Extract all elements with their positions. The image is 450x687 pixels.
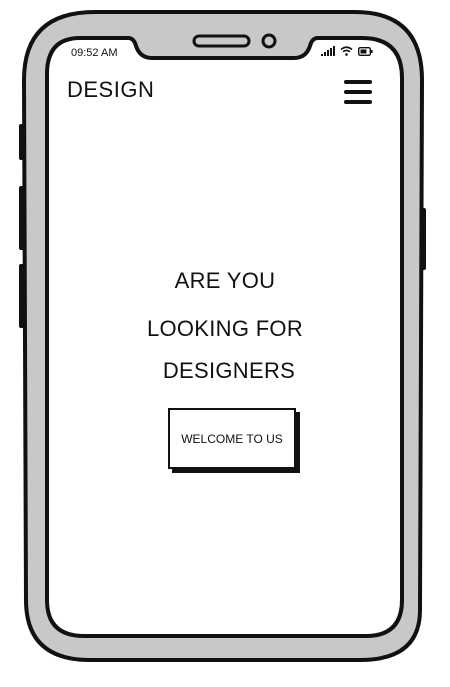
screen-content: 09:52 AM DESIGN ARE YOU LOOKING FOR DESI… [47, 40, 403, 635]
menu-bar [344, 80, 372, 84]
menu-bar [344, 100, 372, 104]
brand-title: DESIGN [67, 77, 155, 102]
hamburger-menu-icon[interactable] [344, 80, 372, 104]
status-time: 09:52 AM [71, 47, 118, 59]
status-icons [321, 46, 373, 56]
wifi-icon [340, 46, 353, 56]
signal-icon [321, 46, 335, 56]
battery-icon [358, 46, 373, 56]
phone-mockup: 09:52 AM DESIGN ARE YOU LOOKING FOR DESI… [0, 0, 450, 687]
welcome-button[interactable]: WELCOME TO US [168, 408, 296, 469]
hero-line-2: LOOKING FOR [146, 316, 304, 341]
hero-line-3: DESIGNERS [162, 358, 296, 383]
menu-bar [344, 90, 372, 94]
hero-line-1: ARE YOU [174, 268, 276, 293]
